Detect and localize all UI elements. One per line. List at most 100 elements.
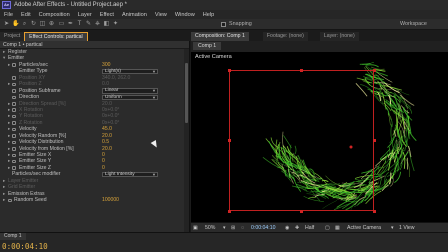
transform-handle[interactable] (372, 68, 376, 72)
transform-handle[interactable] (227, 139, 231, 142)
layer-bounding-box[interactable] (229, 70, 374, 211)
pan-behind-tool-icon[interactable]: ⊕ (48, 21, 55, 28)
zoom-tool-icon[interactable]: ⌕ (21, 21, 28, 28)
composition-viewer[interactable]: Active Camera (191, 52, 448, 222)
menu-help[interactable]: Help (199, 12, 219, 18)
transform-handle[interactable] (227, 68, 231, 72)
puppet-tool-icon[interactable]: ✦ (112, 21, 119, 28)
tab-layer[interactable]: Layer: (none) (319, 32, 359, 41)
hand-tool-icon[interactable]: ✋ (12, 21, 19, 28)
title-bar: Ae Adobe After Effects - Untitled Projec… (0, 0, 448, 10)
magnification-dropdown[interactable]: 50% (205, 225, 215, 231)
left-tab-row: Project Effect Controls: partical (0, 31, 88, 41)
property-label: Random Seed (14, 197, 47, 204)
transparency-grid-icon[interactable]: ▦ (335, 225, 340, 231)
stopwatch-icon[interactable] (12, 166, 16, 170)
current-time-display[interactable]: 0:00:04:10 (251, 225, 276, 231)
particle-streak (378, 175, 383, 189)
composition-panel: Comp 1 Active Camera ▣ 50% ▾ ⊞ ◌ 0:00:04… (191, 41, 448, 232)
mask-toggle-icon[interactable]: ◌ (241, 225, 244, 231)
tab-timeline-comp[interactable]: Comp 1 (0, 233, 26, 240)
particle-streak (405, 105, 413, 114)
property-value[interactable]: 100000 (102, 197, 119, 203)
dropdown-value: Light(s) (105, 68, 121, 74)
menu-layer[interactable]: Layer (74, 12, 96, 18)
stopwatch-icon[interactable] (12, 153, 16, 157)
roi-icon[interactable]: ▢ (325, 225, 330, 231)
particle-streak (390, 91, 406, 100)
stopwatch-icon[interactable] (12, 127, 16, 132)
selection-tool-icon[interactable]: ➤ (3, 21, 10, 28)
chevron-down-icon: ▼ (152, 171, 156, 177)
resolution-dropdown[interactable]: Half (305, 225, 314, 231)
tab-effect-controls[interactable]: Effect Controls: partical (24, 32, 88, 41)
property-row[interactable]: ▸ Random Seed 100000 (0, 197, 189, 203)
grid-toggle-icon[interactable]: ⊞ (231, 225, 235, 231)
tab-composition[interactable]: Composition: Comp 1 (191, 32, 249, 41)
always-preview-icon[interactable]: ▣ (193, 225, 198, 231)
emitter-type-dropdown[interactable]: Light(s) ▼ (102, 68, 158, 75)
chevron-down-icon: ▼ (152, 68, 156, 74)
menu-file[interactable]: File (0, 12, 17, 18)
snapshot-icon[interactable]: ◉ (285, 225, 290, 231)
3d-view-dropdown[interactable]: Active Camera (347, 225, 381, 231)
expand-triangle-icon[interactable]: ▸ (3, 197, 5, 203)
direction-dropdown[interactable]: Uniform ▼ (102, 94, 158, 101)
viewer-camera-label: Active Camera (195, 54, 232, 60)
rectangle-tool-icon[interactable]: ▭ (58, 21, 65, 28)
window-title: Adobe After Effects - Untitled Project.a… (14, 2, 127, 8)
stopwatch-icon[interactable] (12, 102, 16, 106)
snapping-checkbox[interactable] (221, 22, 226, 27)
transform-handle[interactable] (300, 68, 303, 72)
pen-tool-icon[interactable]: ✒ (67, 21, 74, 28)
particle-streak (384, 153, 389, 165)
effect-property-list: ▸ Register ▾ Emitter ▸ Particles/sec 300… (0, 49, 189, 204)
stopwatch-icon[interactable] (12, 82, 16, 87)
effect-controls-panel: Comp 1 • partical ▸ Register ▾ Emitter ▸… (0, 41, 190, 241)
tools-bar: ➤ ✋ ⌕ ↻ ◫ ⊕ ▭ ✒ T ✎ ⎈ ◧ ✦ Snapping Works… (0, 19, 448, 30)
stopwatch-icon[interactable] (12, 95, 16, 100)
view-layout-dropdown[interactable]: 1 View (399, 225, 414, 231)
right-tab-row: Composition: Comp 1 Footage: (none) Laye… (191, 31, 359, 41)
menu-view[interactable]: View (151, 12, 171, 18)
menu-effect[interactable]: Effect (96, 12, 118, 18)
menu-bar: File Edit Composition Layer Effect Anima… (0, 10, 448, 19)
stopwatch-icon[interactable] (12, 76, 16, 80)
rotate-tool-icon[interactable]: ↻ (30, 21, 37, 28)
transform-handle[interactable] (300, 209, 303, 213)
stopwatch-icon[interactable] (12, 147, 16, 151)
transform-handle[interactable] (372, 209, 376, 213)
position-subframe-dropdown[interactable]: Linear ▼ (102, 88, 158, 94)
timeline-current-time[interactable]: 0:00:04:10 (2, 242, 48, 251)
transform-handle[interactable] (372, 139, 376, 142)
tab-footage[interactable]: Footage: (none) (262, 32, 308, 41)
stopwatch-icon[interactable] (12, 108, 16, 112)
type-tool-icon[interactable]: T (76, 21, 83, 28)
effect-controls-header: Comp 1 • partical (0, 41, 189, 49)
brush-tool-icon[interactable]: ✎ (85, 21, 92, 28)
transform-handle[interactable] (227, 209, 231, 213)
effect-controls-scrollbar[interactable] (184, 49, 189, 241)
particles-modifier-dropdown[interactable]: Light Intensity ▼ (102, 171, 158, 178)
stopwatch-icon[interactable] (12, 140, 16, 145)
workspace-label[interactable]: Workspace (400, 21, 427, 27)
eraser-tool-icon[interactable]: ◧ (103, 21, 110, 28)
comp-viewer-tab[interactable]: Comp 1 (193, 42, 222, 50)
stopwatch-icon[interactable] (12, 159, 16, 164)
stopwatch-icon[interactable] (8, 198, 12, 203)
tab-project[interactable]: Project (0, 32, 25, 41)
menu-composition[interactable]: Composition (35, 12, 74, 18)
show-channel-icon[interactable]: ✚ (295, 225, 299, 231)
menu-animation[interactable]: Animation (118, 12, 151, 18)
stopwatch-icon[interactable] (12, 63, 16, 67)
timeline-tab-row: Comp 1 (0, 233, 26, 240)
stopwatch-icon[interactable] (12, 134, 16, 138)
stopwatch-icon[interactable] (12, 114, 16, 119)
clone-stamp-tool-icon[interactable]: ⎈ (94, 21, 101, 28)
stopwatch-icon[interactable] (12, 121, 16, 125)
scrollbar-thumb[interactable] (185, 63, 188, 123)
camera-tool-icon[interactable]: ◫ (39, 21, 46, 28)
stopwatch-icon[interactable] (12, 89, 16, 93)
menu-edit[interactable]: Edit (17, 12, 35, 18)
menu-window[interactable]: Window (171, 12, 199, 18)
